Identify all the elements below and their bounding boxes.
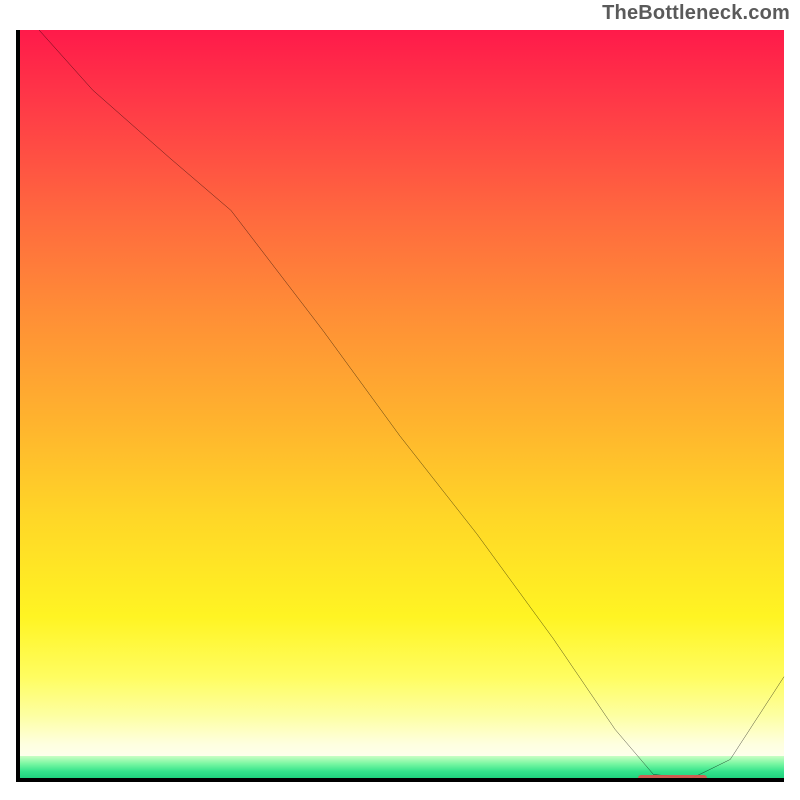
chart-area	[16, 30, 784, 782]
y-axis-line	[16, 30, 20, 782]
bottleneck-curve-path	[39, 30, 784, 778]
attribution-text: TheBottleneck.com	[602, 2, 790, 25]
curve-layer	[16, 30, 784, 782]
x-axis-line	[16, 778, 784, 782]
